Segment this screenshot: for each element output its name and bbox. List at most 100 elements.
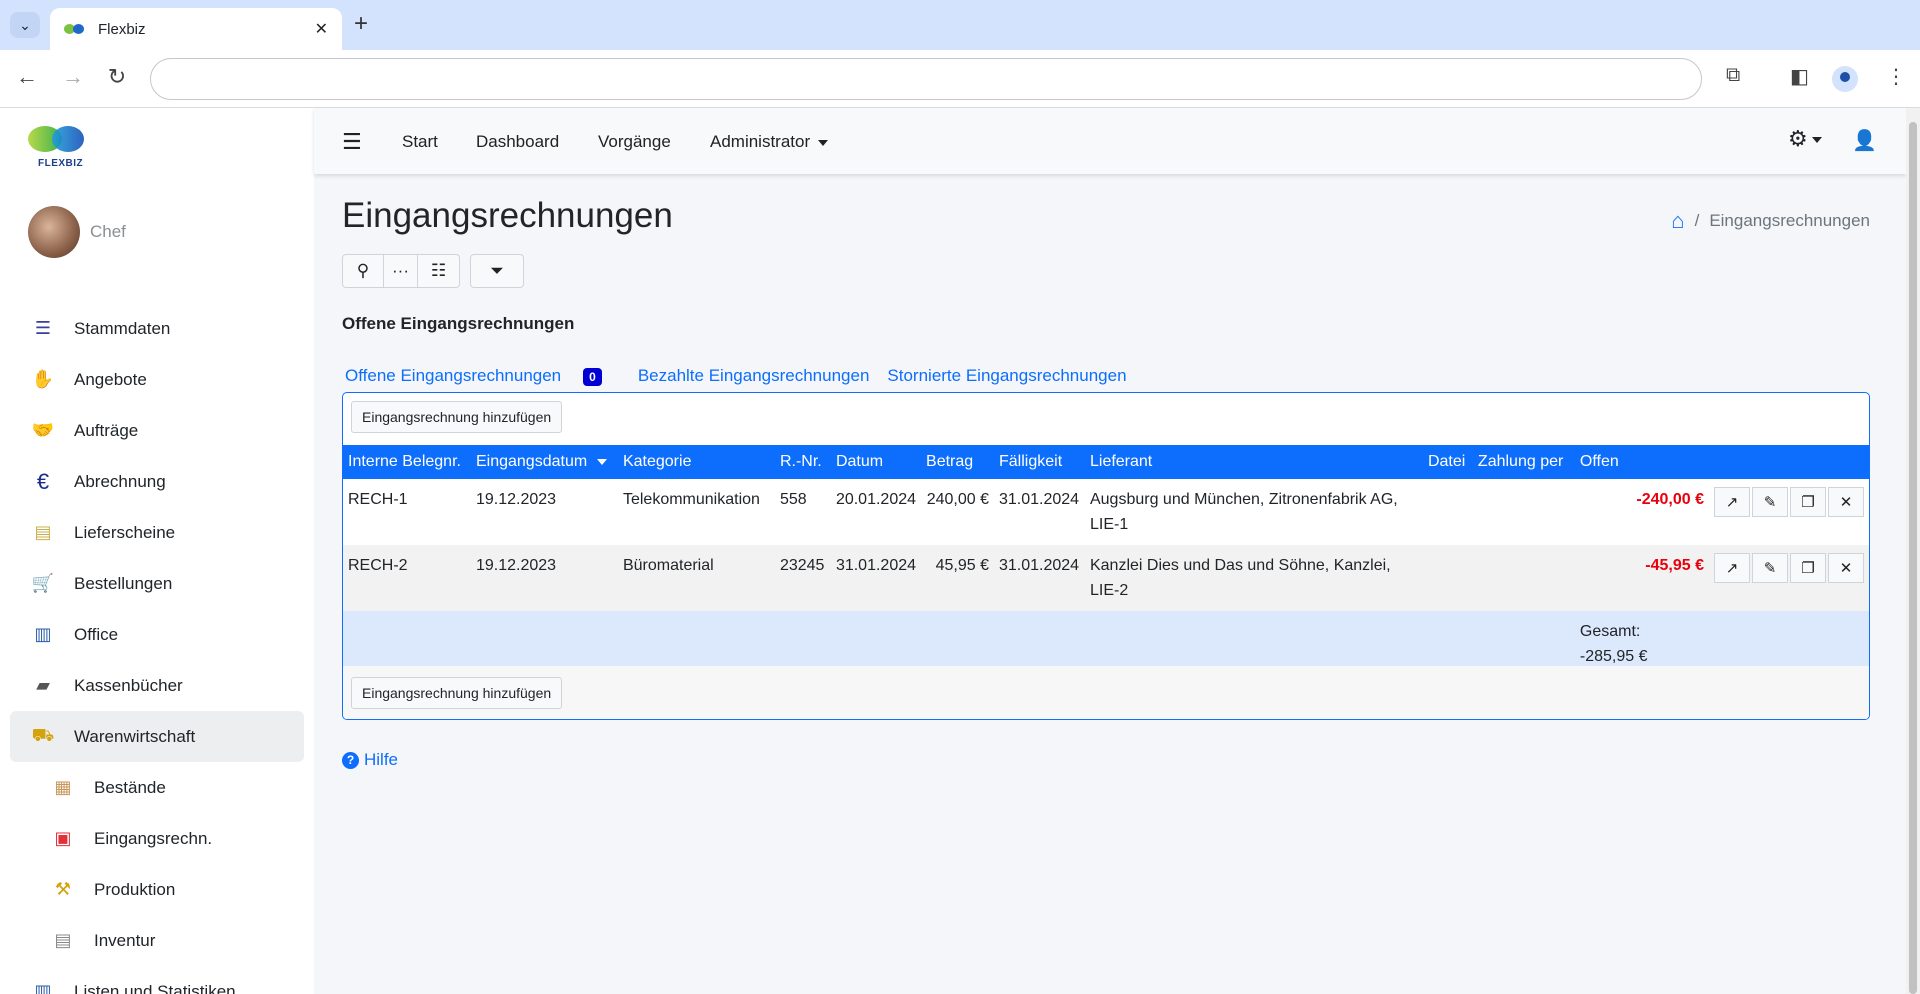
sidebar-item-abrechnung[interactable]: € Abrechnung xyxy=(10,456,304,507)
sidebar: FLEXBIZ Chef ☰ Stammdaten ✋ Angebote 🤝 Auft… xyxy=(0,108,314,994)
bag-icon: ▣ xyxy=(54,828,72,848)
home-icon[interactable]: ⌂ xyxy=(1671,208,1684,234)
euro-icon: € xyxy=(36,468,50,494)
nav-start[interactable]: Start xyxy=(402,132,438,152)
col-datum[interactable]: Datum xyxy=(830,445,922,479)
profile-icon[interactable] xyxy=(1832,66,1858,92)
cell-rnr: 23245 xyxy=(774,545,831,611)
sidebar-item-lieferscheine[interactable]: ▤ Lieferscheine xyxy=(10,507,304,558)
sidebar-item-angebote[interactable]: ✋ Angebote xyxy=(10,354,304,405)
browser-toolbar: ← → ↻ ⧉ ◧ ⋮ xyxy=(0,50,1920,108)
chevron-down-icon xyxy=(818,139,829,146)
filter-icon[interactable]: ⏷ xyxy=(470,254,524,288)
col-kategorie[interactable]: Kategorie xyxy=(617,445,775,479)
copy-icon[interactable]: ❐ xyxy=(1790,487,1826,517)
scrollbar[interactable] xyxy=(1906,108,1920,994)
card-footer: Eingangsrechnung hinzufügen xyxy=(343,666,1869,719)
settings-gear-icon[interactable]: ⚙ xyxy=(1788,126,1822,152)
col-eingangsdatum[interactable]: Eingangsdatum xyxy=(470,445,618,479)
sidebar-item-bestellungen[interactable]: 🛒 Bestellungen xyxy=(10,558,304,609)
count-badge: 0 xyxy=(583,368,602,386)
col-zahlung[interactable]: Zahlung per xyxy=(1472,445,1575,479)
tab-offene[interactable]: Offene Eingangsrechnungen 0 xyxy=(345,366,620,386)
col-offen[interactable]: Offen xyxy=(1574,445,1709,479)
cell-kategorie: Büromaterial xyxy=(617,545,775,611)
page-title: Eingangsrechnungen xyxy=(342,196,673,235)
sidebar-item-warenwirtschaft[interactable]: ⛟ Warenwirtschaft xyxy=(10,711,304,762)
cell-kategorie: Telekommunikation xyxy=(617,479,775,545)
delete-x-icon[interactable]: ✕ xyxy=(1828,553,1864,583)
cell-lieferant: Kanzlei Dies und Das und Söhne, Kanzlei,… xyxy=(1084,545,1423,611)
cart-icon: 🛒 xyxy=(31,573,55,593)
user-icon[interactable]: 👤 xyxy=(1852,128,1877,153)
col-rnr[interactable]: R.-Nr. xyxy=(774,445,831,479)
nav-vorgaenge[interactable]: Vorgänge xyxy=(598,132,671,152)
new-tab-button[interactable]: + xyxy=(354,10,368,38)
col-faelligkeit[interactable]: Fälligkeit xyxy=(994,445,1085,479)
cell-eingang: 19.12.2023 xyxy=(470,479,618,545)
open-external-icon[interactable]: ↗ xyxy=(1714,553,1750,583)
list-icon: ☰ xyxy=(34,318,52,338)
sidebar-item-bestaende[interactable]: ▦ Bestände xyxy=(10,762,304,813)
sidebar-item-kassenbuecher[interactable]: ▰ Kassenbücher xyxy=(10,660,304,711)
cell-offen: -240,00 € xyxy=(1574,479,1709,545)
cell-faellig: 31.01.2024 xyxy=(994,479,1085,545)
open-external-icon[interactable]: ↗ xyxy=(1714,487,1750,517)
sidebar-item-inventur[interactable]: ▤ Inventur xyxy=(10,915,304,966)
tab-bezahlte[interactable]: Bezahlte Eingangsrechnungen xyxy=(638,366,870,386)
cashbox-icon: ▰ xyxy=(36,675,50,695)
tab-close-icon[interactable]: ✕ xyxy=(315,19,328,39)
back-icon[interactable]: ← xyxy=(12,64,42,90)
sidebar-item-eingangsrechnungen[interactable]: ▣ Eingangsrechn. xyxy=(10,813,304,864)
reload-icon[interactable]: ↻ xyxy=(102,64,132,90)
forklift-icon: ⛟ xyxy=(31,724,55,745)
cell-zahlung xyxy=(1472,545,1575,611)
browser-tab[interactable]: Flexbiz ✕ xyxy=(50,8,342,50)
nav-administrator[interactable]: Administrator xyxy=(710,132,829,152)
add-invoice-button-bottom[interactable]: Eingangsrechnung hinzufügen xyxy=(351,677,563,709)
invoice-table: Interne Belegnr. Eingangsdatum Kategorie… xyxy=(343,445,1869,677)
sidebar-item-auftraege[interactable]: 🤝 Aufträge xyxy=(10,405,304,456)
cell-datei xyxy=(1422,479,1473,545)
main-area: ☰ Start Dashboard Vorgänge Administrator… xyxy=(314,108,1906,994)
sidebar-item-stammdaten[interactable]: ☰ Stammdaten xyxy=(10,303,304,354)
menu-dots-icon[interactable]: ⋮ xyxy=(1886,64,1906,89)
forward-icon[interactable]: → xyxy=(58,64,88,90)
col-belegnr[interactable]: Interne Belegnr. xyxy=(343,445,471,479)
sidebar-item-produktion[interactable]: ⚒ Produktion xyxy=(10,864,304,915)
shelf-icon: ▤ xyxy=(54,930,72,950)
search-icon[interactable]: ⚲ xyxy=(342,254,384,288)
sort-desc-icon xyxy=(597,458,608,465)
add-invoice-button-top[interactable]: Eingangsrechnung hinzufügen xyxy=(351,401,563,433)
favicon-icon xyxy=(64,24,86,34)
sliders-icon[interactable]: ☷ xyxy=(418,254,460,288)
user-panel[interactable]: Chef xyxy=(28,206,126,258)
more-icon[interactable]: ··· xyxy=(384,254,418,288)
top-navbar: ☰ Start Dashboard Vorgänge Administrator… xyxy=(314,108,1906,174)
edit-pencil-icon[interactable]: ✎ xyxy=(1752,553,1788,583)
cell-offen: -45,95 € xyxy=(1574,545,1709,611)
hamburger-icon[interactable]: ☰ xyxy=(342,129,362,155)
sidepanel-icon[interactable]: ◧ xyxy=(1790,64,1809,89)
stats-icon: ▥ xyxy=(34,981,52,994)
edit-pencil-icon[interactable]: ✎ xyxy=(1752,487,1788,517)
col-betrag[interactable]: Betrag xyxy=(921,445,994,479)
help-link[interactable]: ? Hilfe xyxy=(342,750,398,770)
copy-icon[interactable]: ❐ xyxy=(1790,553,1826,583)
extensions-icon[interactable]: ⧉ xyxy=(1726,64,1740,87)
col-actions xyxy=(1709,445,1869,479)
cell-betrag: 240,00 € xyxy=(921,479,994,545)
invoice-tabs: Offene Eingangsrechnungen 0 Bezahlte Eing… xyxy=(345,366,1145,386)
sidebar-item-listen[interactable]: ▥ Listen und Statistiken xyxy=(10,966,304,994)
col-lieferant[interactable]: Lieferant xyxy=(1084,445,1423,479)
delete-x-icon[interactable]: ✕ xyxy=(1828,487,1864,517)
nav-dashboard[interactable]: Dashboard xyxy=(476,132,559,152)
tab-stornierte[interactable]: Stornierte Eingangsrechnungen xyxy=(887,366,1126,386)
sidebar-item-office[interactable]: ▥ Office xyxy=(10,609,304,660)
col-datei[interactable]: Datei xyxy=(1422,445,1473,479)
flexbiz-logo[interactable]: FLEXBIZ xyxy=(26,122,86,172)
avatar xyxy=(28,206,80,258)
tab-search-icon[interactable]: ⌄ xyxy=(10,12,40,38)
address-bar[interactable] xyxy=(150,58,1702,100)
cell-datei xyxy=(1422,545,1473,611)
